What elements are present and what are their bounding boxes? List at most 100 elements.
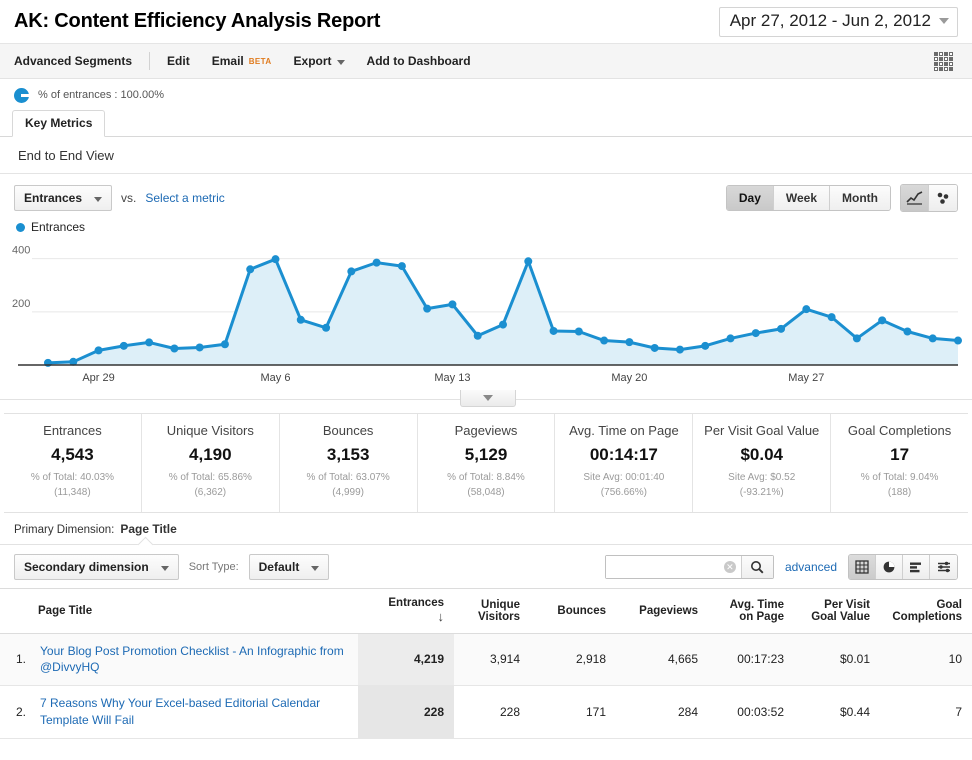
- metric-card-value: 3,153: [326, 445, 370, 464]
- edit-button[interactable]: Edit: [156, 44, 201, 78]
- toolbar-divider: [149, 52, 151, 70]
- secondary-dimension-button[interactable]: Secondary dimension: [14, 554, 179, 580]
- svg-text:400: 400: [12, 245, 30, 257]
- metric-card-sub1: Site Avg: 00:01:40: [583, 472, 665, 483]
- add-to-dashboard-button[interactable]: Add to Dashboard: [356, 44, 482, 78]
- metric-card-name: Goal Completions: [847, 423, 952, 438]
- metric-card[interactable]: Entrances 4,543 % of Total: 40.03% (11,348): [4, 414, 142, 512]
- bar-view-icon[interactable]: [903, 555, 930, 579]
- line-chart-icon[interactable]: [901, 185, 929, 211]
- table-header: Page Title Entrances↓ Unique Visitors Bo…: [0, 588, 972, 634]
- chevron-down-icon: [94, 196, 103, 202]
- export-button[interactable]: Export: [283, 44, 356, 78]
- col-header-per-visit-goal-value[interactable]: Per Visit Goal Value: [794, 588, 880, 634]
- col-header-avg-time-on-page[interactable]: Avg. Time on Page: [708, 588, 794, 634]
- metric-card[interactable]: Per Visit Goal Value $0.04 Site Avg: $0.52…: [693, 414, 832, 512]
- legend-label: Entrances: [31, 220, 86, 234]
- primary-dimension-label: Primary Dimension:: [14, 524, 115, 536]
- cell-unique-visitors: 228: [454, 685, 530, 739]
- col-header-entrances[interactable]: Entrances↓: [358, 588, 454, 634]
- svg-text:Apr 29: Apr 29: [82, 372, 114, 384]
- metric-selector-button[interactable]: Entrances: [14, 185, 113, 211]
- search-button[interactable]: [740, 556, 773, 578]
- chart-canvas: 200 400 Apr 29 May 6 May 13 May 20 May 27: [12, 245, 962, 384]
- pivot-view-icon[interactable]: [930, 555, 957, 579]
- metric-card-value: 17: [890, 445, 910, 464]
- metric-card-sub1: % of Total: 9.04%: [860, 472, 939, 483]
- export-label: Export: [293, 54, 332, 68]
- metric-card-value: 00:14:17: [589, 445, 658, 464]
- cell-unique-visitors: 3,914: [454, 633, 530, 687]
- metric-card[interactable]: Avg. Time on Page 00:14:17 Site Avg: 00:01…: [555, 414, 694, 512]
- page-title-link[interactable]: Your Blog Post Promotion Checklist - An …: [40, 643, 348, 675]
- table-header-row: Page Title Entrances↓ Unique Visitors Bo…: [0, 588, 972, 634]
- legend-color-dot: [16, 222, 25, 232]
- metric-card-sub1: % of Total: 8.84%: [447, 472, 525, 483]
- table-row[interactable]: 2. 7 Reasons Why Your Excel-based Editori…: [0, 685, 972, 739]
- sort-type-button[interactable]: Default: [248, 554, 330, 580]
- advanced-segments-button[interactable]: Advanced Segments: [14, 44, 143, 78]
- cell-pageviews: 284: [616, 685, 708, 739]
- page-title-link[interactable]: 7 Reasons Why Your Excel-based Editorial…: [40, 695, 348, 727]
- email-label: Email: [211, 54, 244, 68]
- chart-collapse-bar: [0, 390, 972, 413]
- sort-descending-icon: ↓: [437, 609, 445, 624]
- col-header-unique-visitors[interactable]: Unique Visitors: [454, 588, 530, 634]
- primary-dimension-value[interactable]: Page Title: [120, 522, 176, 536]
- metric-card-sub2: (-93.21%): [739, 486, 784, 498]
- select-a-metric-link[interactable]: Select a metric: [145, 191, 224, 205]
- tab-key-metrics[interactable]: Key Metrics: [12, 110, 106, 137]
- chevron-down-icon: [311, 565, 320, 571]
- metric-card-sub1: % of Total: 63.07%: [306, 472, 390, 483]
- metric-card[interactable]: Bounces 3,153 % of Total: 63.07% (4,999): [280, 414, 418, 512]
- granularity-day-button[interactable]: Day: [726, 186, 774, 210]
- chevron-down-icon: [160, 565, 169, 571]
- metric-card[interactable]: Unique Visitors 4,190 % of Total: 65.86% (6…: [142, 414, 280, 512]
- col-header-bounces[interactable]: Bounces: [530, 588, 616, 634]
- metric-card-sub2: (58,048): [467, 486, 505, 498]
- date-range-text: Apr 27, 2012 - Jun 2, 2012: [729, 11, 931, 30]
- table-search[interactable]: ✕: [604, 555, 774, 579]
- email-button[interactable]: Email BETA: [201, 44, 283, 78]
- metric-card-sub1: % of Total: 40.03%: [30, 472, 115, 483]
- chart-collapse-handle[interactable]: [460, 390, 516, 407]
- metric-card[interactable]: Goal Completions 17 % of Total: 9.04% (188): [831, 414, 968, 512]
- entrances-timeseries-chart[interactable]: 200 400 Apr 29 May 6 May 13 May 20 May 27: [0, 234, 972, 399]
- date-range-selector[interactable]: Apr 27, 2012 - Jun 2, 2012: [718, 6, 958, 37]
- granularity-month-button[interactable]: Month: [830, 186, 890, 210]
- svg-text:200: 200: [12, 298, 30, 310]
- metric-card-sub2: (188): [887, 486, 912, 498]
- col-label-bounces: Bounces: [557, 604, 606, 617]
- table-row[interactable]: 1. Your Blog Post Promotion Checklist - A…: [0, 633, 972, 687]
- clear-search-icon[interactable]: ✕: [723, 561, 736, 573]
- metric-card-name: Unique Visitors: [166, 423, 254, 438]
- pie-view-icon[interactable]: [876, 555, 903, 579]
- col-header-goal-completions[interactable]: Goal Completions: [880, 588, 972, 634]
- scatter-chart-icon[interactable]: [929, 185, 957, 211]
- col-label-goal-completions: Goal Completions: [892, 598, 962, 623]
- segment-row: % of entrances : 100.00%: [0, 79, 972, 111]
- cell-per-visit-goal-value: $0.44: [794, 685, 880, 739]
- metric-card-name: Pageviews: [454, 423, 518, 438]
- report-data-table: Page Title Entrances↓ Unique Visitors Bo…: [0, 588, 972, 739]
- metric-card[interactable]: Pageviews 5,129 % of Total: 8.84% (58,048): [418, 414, 556, 512]
- metric-card-value: $0.04: [740, 445, 783, 464]
- segment-pie-icon[interactable]: [14, 87, 29, 103]
- vs-label: vs.: [121, 191, 137, 205]
- col-header-page-title[interactable]: Page Title: [0, 588, 358, 634]
- chart-controls: Entrances vs. Select a metric Day Week M…: [0, 174, 972, 218]
- col-header-pageviews[interactable]: Pageviews: [616, 588, 708, 634]
- search-input[interactable]: [605, 556, 724, 578]
- add-to-dashboard-label: Add to Dashboard: [366, 54, 471, 68]
- cell-avg-time-on-page: 00:03:52: [708, 685, 794, 739]
- metric-selector-label: Entrances: [24, 191, 83, 205]
- row-index: 1.: [0, 633, 30, 687]
- row-page-title-cell: 7 Reasons Why Your Excel-based Editorial…: [30, 685, 358, 739]
- chart-type-group: [900, 184, 958, 212]
- granularity-week-button[interactable]: Week: [773, 186, 831, 210]
- cell-bounces: 171: [530, 685, 616, 739]
- table-view-icon[interactable]: [849, 555, 876, 579]
- grid-layout-icon[interactable]: [934, 52, 954, 72]
- advanced-search-link[interactable]: advanced: [785, 560, 837, 574]
- granularity-group: Day Week Month: [725, 185, 891, 211]
